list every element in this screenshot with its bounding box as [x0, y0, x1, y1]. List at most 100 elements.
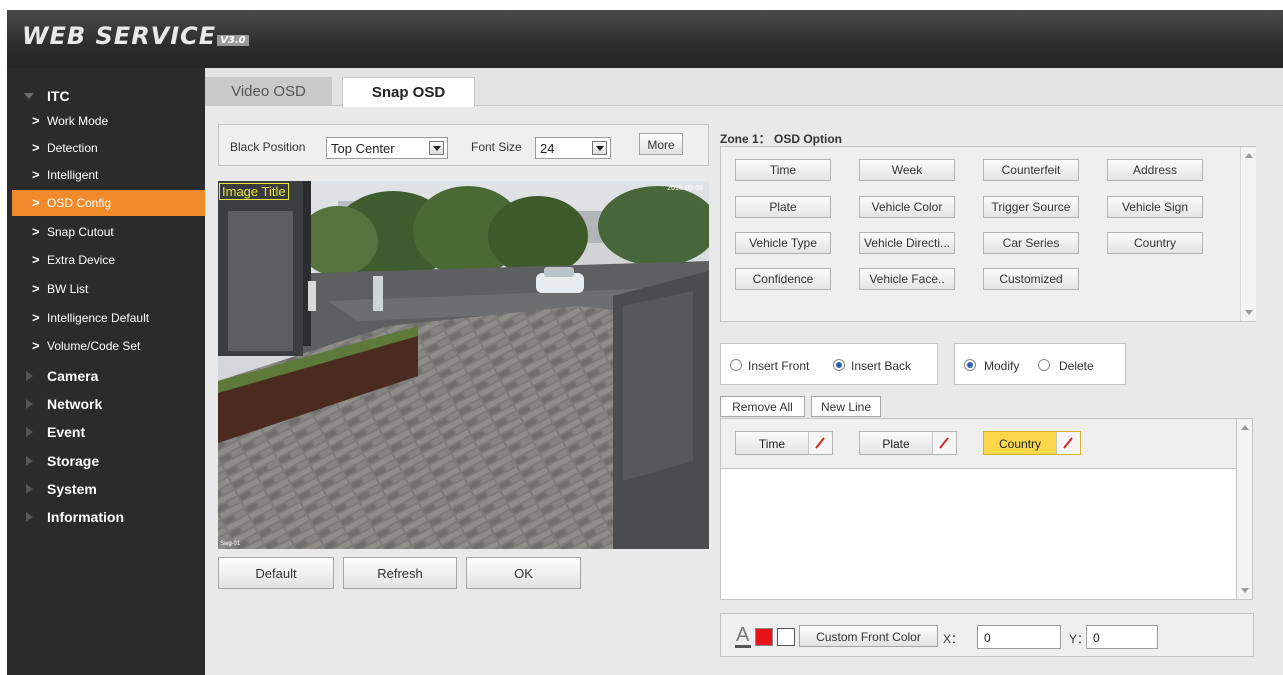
sidebar-item-osd-config[interactable]: > OSD Config — [12, 190, 205, 216]
scroll-down-icon[interactable] — [1241, 588, 1249, 593]
sidebar-item-snap-cutout[interactable]: > Snap Cutout — [12, 219, 205, 245]
osd-options-panel: Time Week Counterfeit Address Plate Vehi… — [720, 146, 1256, 322]
sidebar-item-label: Information — [47, 509, 124, 525]
sidebar-item-label: Detection — [47, 141, 98, 155]
insert-back-label: Insert Back — [851, 359, 912, 373]
osd-timestamp-overlay: 2018-08-08 — [667, 185, 703, 192]
edit-pencil-icon[interactable] — [1056, 432, 1080, 454]
option-trigger-source[interactable]: Trigger Source — [983, 196, 1079, 218]
option-vehicle-type[interactable]: Vehicle Type — [735, 232, 831, 254]
option-customized[interactable]: Customized — [983, 268, 1079, 290]
zone-title: Zone 1： OSD Option — [720, 132, 842, 146]
sidebar-item-information[interactable]: Information — [7, 503, 205, 531]
sidebar-item-label: Volume/Code Set — [47, 339, 141, 353]
front-color-swatch[interactable] — [755, 628, 773, 646]
custom-front-color-button[interactable]: Custom Front Color — [799, 625, 938, 647]
selected-item-label: Time — [758, 437, 786, 451]
insert-front-radio[interactable] — [730, 359, 742, 371]
sidebar-item-bw-list[interactable]: > BW List — [12, 276, 205, 302]
selected-item-time[interactable]: Time — [735, 431, 833, 455]
font-color-letter-icon: A — [736, 624, 750, 646]
sidebar-item-work-mode[interactable]: > Work Mode — [12, 108, 205, 134]
option-vehicle-face[interactable]: Vehicle Face.. — [859, 268, 955, 290]
option-confidence[interactable]: Confidence — [735, 268, 831, 290]
x-coordinate-input[interactable]: 0 — [977, 625, 1061, 649]
osd-image-title-overlay[interactable]: Image Title — [219, 183, 289, 200]
insert-back-radio[interactable] — [833, 359, 845, 371]
option-vehicle-direction[interactable]: Vehicle Directi... — [859, 232, 955, 254]
sidebar-item-label: Network — [47, 396, 103, 412]
sidebar-item-label: Camera — [47, 368, 99, 384]
sidebar-item-label: OSD Config — [47, 196, 112, 210]
option-car-series[interactable]: Car Series — [983, 232, 1079, 254]
tab-snap-osd[interactable]: Snap OSD — [342, 77, 475, 107]
expand-arrow-icon — [26, 371, 33, 381]
sidebar-item-label: ITC — [47, 88, 70, 104]
sidebar-item-intelligence-default[interactable]: > Intelligence Default — [12, 305, 205, 331]
sidebar-item-extra-device[interactable]: > Extra Device — [12, 247, 205, 273]
selected-item-country[interactable]: Country — [983, 431, 1081, 455]
position-controls-bar: Black Position Top Center Font Size 24 M… — [218, 124, 709, 166]
expand-arrow-icon — [26, 427, 33, 437]
edit-pencil-icon[interactable] — [808, 432, 832, 454]
modify-radio[interactable] — [964, 359, 976, 371]
scroll-up-icon[interactable] — [1241, 425, 1249, 430]
selected-items-scrollbar[interactable] — [1237, 418, 1253, 600]
edit-mode-group: Modify Delete — [954, 343, 1126, 385]
back-color-swatch[interactable] — [777, 628, 795, 646]
tab-bar: Video OSD Snap OSD — [205, 68, 1283, 107]
sidebar-item-intelligent[interactable]: > Intelligent — [12, 162, 205, 188]
sidebar-item-camera[interactable]: Camera — [7, 362, 205, 390]
sidebar-item-label: Event — [47, 424, 86, 440]
ok-button[interactable]: OK — [466, 557, 581, 589]
modify-label: Modify — [984, 359, 1020, 373]
chevron-right-icon: > — [32, 167, 40, 182]
option-week[interactable]: Week — [859, 159, 955, 181]
default-button[interactable]: Default — [218, 557, 334, 589]
sidebar-item-detection[interactable]: > Detection — [12, 135, 205, 161]
scroll-up-icon[interactable] — [1245, 153, 1253, 158]
sidebar-item-volume-code-set[interactable]: > Volume/Code Set — [12, 333, 205, 359]
sidebar-item-label: Work Mode — [47, 114, 109, 128]
camera-scene-image — [218, 181, 709, 549]
tab-video-osd[interactable]: Video OSD — [205, 77, 332, 106]
sidebar-item-label: Snap Cutout — [47, 225, 114, 239]
font-size-select[interactable]: 24 — [535, 137, 611, 159]
chevron-right-icon: > — [32, 310, 40, 325]
font-size-value: 24 — [540, 141, 555, 156]
sidebar-item-label: Intelligence Default — [47, 311, 150, 325]
selected-items-area: Time Plate Country — [720, 418, 1237, 600]
sidebar-item-system[interactable]: System — [7, 475, 205, 503]
option-vehicle-sign[interactable]: Vehicle Sign — [1107, 196, 1203, 218]
chevron-right-icon: > — [32, 252, 40, 267]
delete-radio[interactable] — [1038, 359, 1050, 371]
option-address[interactable]: Address — [1107, 159, 1203, 181]
option-vehicle-color[interactable]: Vehicle Color — [859, 196, 955, 218]
y-coordinate-input[interactable]: 0 — [1086, 625, 1158, 649]
option-country[interactable]: Country — [1107, 232, 1203, 254]
sidebar-item-network[interactable]: Network — [7, 390, 205, 418]
sidebar-item-label: System — [47, 481, 97, 497]
new-line-button[interactable]: New Line — [811, 396, 881, 417]
option-time[interactable]: Time — [735, 159, 831, 181]
selected-item-label: Country — [998, 437, 1042, 451]
more-button[interactable]: More — [639, 133, 683, 155]
options-scrollbar[interactable] — [1240, 147, 1256, 321]
black-position-select[interactable]: Top Center — [326, 137, 448, 159]
sidebar-item-itc[interactable]: ITC — [7, 82, 205, 110]
collapse-arrow-icon — [24, 93, 34, 99]
font-size-label: Font Size — [471, 140, 522, 154]
option-plate[interactable]: Plate — [735, 196, 831, 218]
snapshot-preview: Image Title 2018-08-08 Swg-01 — [218, 181, 709, 549]
option-counterfeit[interactable]: Counterfeit — [983, 159, 1079, 181]
remove-all-button[interactable]: Remove All — [720, 396, 805, 417]
scroll-down-icon[interactable] — [1245, 310, 1253, 315]
chevron-right-icon: > — [32, 195, 40, 210]
chevron-right-icon: > — [32, 224, 40, 239]
sidebar-item-event[interactable]: Event — [7, 418, 205, 446]
refresh-button[interactable]: Refresh — [343, 557, 457, 589]
selected-item-plate[interactable]: Plate — [859, 431, 957, 455]
sidebar-item-storage[interactable]: Storage — [7, 447, 205, 475]
edit-pencil-icon[interactable] — [932, 432, 956, 454]
sidebar-item-label: Extra Device — [47, 253, 116, 267]
